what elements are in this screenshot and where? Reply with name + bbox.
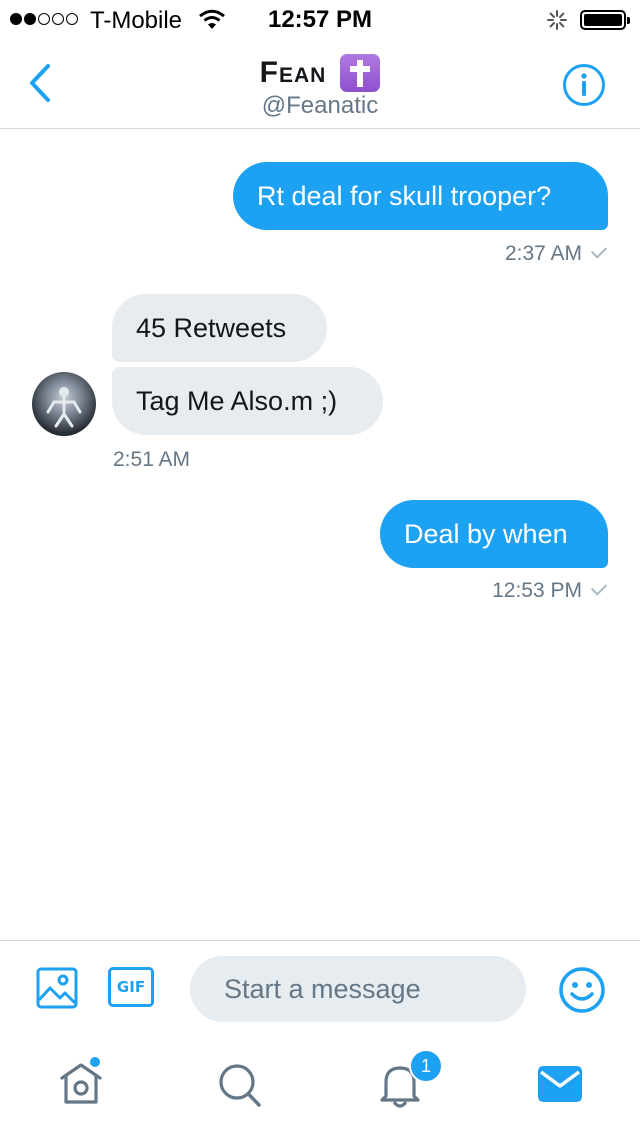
avatar[interactable] (32, 372, 96, 436)
incoming-message-bubble[interactable]: Tag Me Also.m ;) (112, 367, 383, 435)
incoming-message-bubble[interactable]: 45 Retweets (112, 294, 327, 362)
emoji-icon[interactable] (558, 966, 606, 1014)
message-input[interactable] (190, 956, 526, 1022)
latin-cross-emoji-icon (340, 54, 381, 92)
search-icon[interactable] (217, 1060, 263, 1108)
status-bar: T-Mobile 12:57 PM (0, 0, 640, 40)
battery-icon (580, 10, 630, 30)
message-timestamp: 2:51 AM (113, 448, 191, 471)
tab-bar: 1 (0, 1040, 640, 1136)
activity-spinner-icon (547, 10, 567, 30)
contact-handle: @Feanatic (261, 92, 379, 119)
status-time: 12:57 PM (267, 6, 373, 33)
notification-count-badge: 1 (409, 1049, 443, 1083)
conversation-header: Fean @Feanatic (0, 40, 640, 129)
info-icon[interactable] (562, 63, 606, 107)
message-composer: GIF (0, 940, 640, 1041)
outgoing-message-bubble[interactable]: Rt deal for skull trooper? (233, 162, 608, 230)
outgoing-message-bubble[interactable]: Deal by when (380, 500, 608, 568)
home-icon[interactable] (58, 1060, 104, 1108)
contact-name: Fean (259, 56, 327, 89)
message-timestamp: 2:37 AM (505, 242, 608, 266)
gif-button[interactable]: GIF (108, 967, 154, 1007)
conversation-title: Fean @Feanatic (0, 54, 640, 120)
message-timestamp: 12:53 PM (492, 579, 608, 603)
check-icon (590, 242, 608, 259)
check-icon (590, 579, 608, 596)
image-icon[interactable] (36, 967, 78, 1009)
new-activity-dot (90, 1057, 100, 1067)
mail-icon[interactable] (538, 1064, 582, 1104)
skeleton-figure-icon (46, 387, 82, 428)
